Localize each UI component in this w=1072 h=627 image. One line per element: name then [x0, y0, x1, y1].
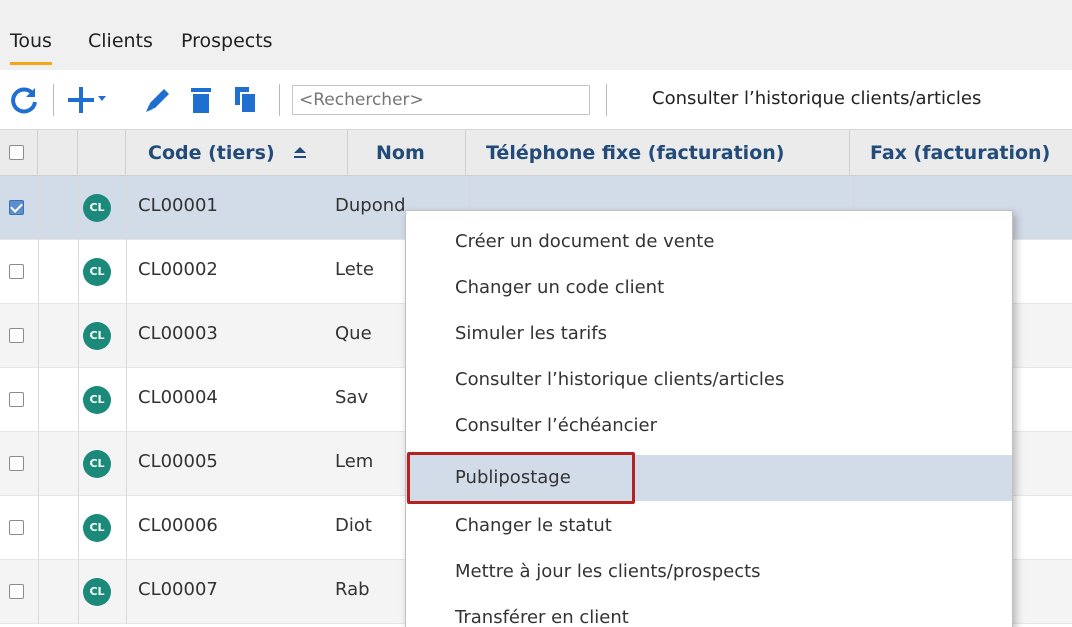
row-code: CL00004	[138, 387, 218, 408]
header-badge-column	[78, 130, 126, 176]
row-code: CL00006	[138, 515, 218, 536]
menu-item-client-article-history[interactable]: Consulter l’historique clients/articles	[406, 357, 1012, 403]
grid-header: Code (tiers) Nom Téléphone fixe (factura…	[0, 130, 1072, 176]
toolbar-separator	[279, 84, 280, 116]
column-label: Code (tiers)	[148, 142, 275, 164]
toolbar-separator	[53, 84, 54, 116]
sort-asc-icon	[293, 130, 307, 176]
row-checkbox[interactable]	[9, 264, 24, 279]
menu-item-change-status[interactable]: Changer le statut	[406, 503, 1012, 549]
column-header-nom[interactable]: Nom	[348, 130, 466, 176]
client-type-badge: CL	[83, 194, 111, 222]
row-nom: Lete	[335, 259, 374, 280]
menu-item-mailing[interactable]: Publipostage	[406, 455, 1012, 501]
menu-item-simulate-prices[interactable]: Simuler les tarifs	[406, 311, 1012, 357]
tab-tous[interactable]: Tous	[10, 27, 52, 65]
row-checkbox[interactable]	[9, 584, 24, 599]
toolbar: Consulter l’historique clients/articles	[0, 70, 1072, 130]
header-spacer	[38, 130, 78, 176]
row-nom: Que	[335, 323, 372, 344]
menu-item-update-clients-prospects[interactable]: Mettre à jour les clients/prospects	[406, 549, 1012, 595]
menu-item-create-sales-document[interactable]: Créer un document de vente	[406, 219, 1012, 265]
row-nom: Lem	[335, 451, 374, 472]
pencil-icon[interactable]	[142, 84, 174, 116]
row-checkbox[interactable]	[9, 328, 24, 343]
client-type-badge: CL	[83, 386, 111, 414]
copy-icon[interactable]	[229, 84, 261, 116]
menu-item-schedule[interactable]: Consulter l’échéancier	[406, 403, 1012, 449]
row-code: CL00007	[138, 579, 218, 600]
tab-clients[interactable]: Clients	[88, 27, 153, 65]
tab-prospects[interactable]: Prospects	[181, 27, 273, 65]
row-code: CL00005	[138, 451, 218, 472]
column-header-fax[interactable]: Fax (facturation)	[850, 130, 1072, 176]
toolbar-separator	[606, 84, 607, 116]
refresh-icon[interactable]	[8, 84, 40, 116]
client-type-badge: CL	[83, 322, 111, 350]
select-all-checkbox[interactable]	[9, 145, 24, 160]
row-code: CL00003	[138, 323, 218, 344]
context-menu: Créer un document de vente Changer un co…	[405, 210, 1013, 627]
row-code: CL00001	[138, 195, 218, 216]
history-button[interactable]: Consulter l’historique clients/articles	[652, 88, 981, 109]
row-checkbox[interactable]	[9, 456, 24, 471]
row-code: CL00002	[138, 259, 218, 280]
search-input[interactable]	[292, 85, 590, 115]
client-type-badge: CL	[83, 258, 111, 286]
row-nom: Sav	[335, 387, 369, 408]
tab-bar: Tous Clients Prospects	[0, 0, 1072, 70]
app-window: Tous Clients Prospects <Rechercher> Cons…	[0, 0, 1072, 627]
row-nom: Diot	[335, 515, 372, 536]
trash-icon[interactable]	[185, 84, 217, 116]
row-nom: Dupond	[335, 195, 406, 216]
column-header-phone[interactable]: Téléphone fixe (facturation)	[466, 130, 850, 176]
menu-item-change-client-code[interactable]: Changer un code client	[406, 265, 1012, 311]
row-nom: Rab	[335, 579, 370, 600]
client-type-badge: CL	[83, 578, 111, 606]
row-checkbox[interactable]	[9, 520, 24, 535]
row-checkbox[interactable]	[9, 200, 24, 215]
add-button[interactable]	[66, 84, 110, 116]
client-type-badge: CL	[83, 450, 111, 478]
row-checkbox[interactable]	[9, 392, 24, 407]
client-type-badge: CL	[83, 514, 111, 542]
select-all-cell	[0, 130, 38, 176]
menu-item-transfer-to-client[interactable]: Transférer en client	[406, 595, 1012, 627]
column-header-code[interactable]: Code (tiers)	[126, 130, 348, 176]
